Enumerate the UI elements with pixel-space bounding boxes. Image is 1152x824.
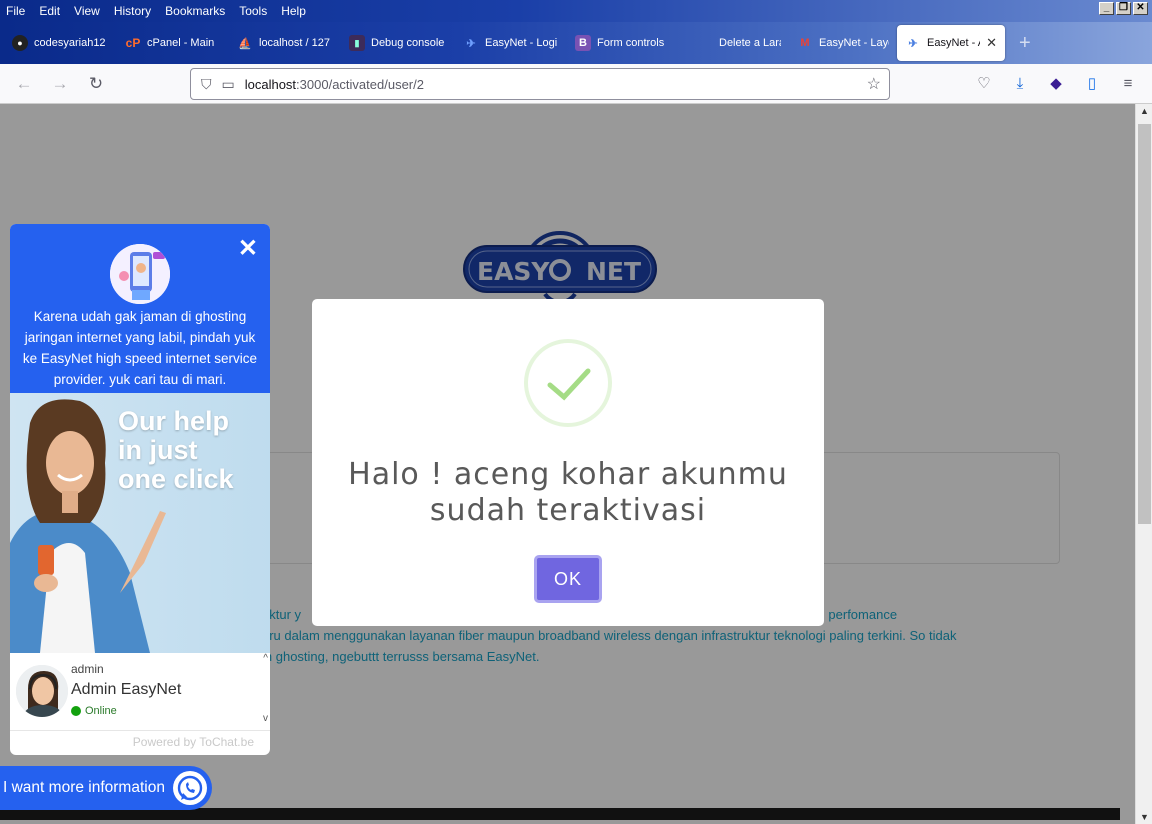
- banner-headline: Our help in just one click: [118, 407, 268, 494]
- cta-label: I want more information: [3, 779, 165, 796]
- banner-line: Our help: [118, 406, 230, 436]
- ok-button[interactable]: OK: [534, 555, 602, 603]
- agent-status: Online: [71, 705, 117, 717]
- url-host: localhost: [244, 76, 297, 92]
- chat-description: Karena udah gak jaman di ghosting jaring…: [22, 309, 258, 387]
- tab-cpanel[interactable]: cP cPanel - Main: [117, 25, 229, 61]
- tab-label: Debug console: [371, 37, 445, 49]
- extension-icon[interactable]: ◆: [1046, 74, 1066, 94]
- close-window-button[interactable]: ✕: [1133, 2, 1148, 15]
- status-label: Online: [85, 705, 117, 717]
- tab-easynet-layout[interactable]: M EasyNet - Layo: [789, 25, 897, 61]
- activation-modal: Halo ! aceng kohar akunmu sudah teraktiv…: [312, 299, 824, 626]
- phpmyadmin-icon: ⛵: [238, 37, 252, 50]
- minimize-button[interactable]: _: [1099, 2, 1114, 15]
- agent-role: admin: [71, 662, 104, 676]
- pocket-icon[interactable]: ♡: [974, 74, 994, 94]
- online-dot-icon: [71, 706, 81, 716]
- scroll-thumb[interactable]: [1138, 124, 1151, 524]
- agent-avatar: [16, 665, 68, 717]
- tab-label: EasyNet - Layo: [819, 37, 889, 49]
- success-icon: [524, 339, 612, 427]
- vue-icon: ✈: [908, 37, 918, 50]
- cpanel-icon: cP: [125, 36, 141, 50]
- menu-bookmarks[interactable]: Bookmarks: [158, 4, 232, 18]
- menu-file[interactable]: File: [0, 4, 32, 18]
- back-button[interactable]: ←: [14, 74, 34, 94]
- banner-line: one click: [118, 464, 234, 494]
- tab-strip: ● codesyariah12 cP cPanel - Main ⛵ local…: [0, 22, 1152, 64]
- scroll-up-icon[interactable]: ▲: [1140, 106, 1149, 116]
- tab-label: codesyariah12: [34, 37, 106, 49]
- sidebar-icon[interactable]: ▯: [1082, 74, 1102, 94]
- page-scrollbar[interactable]: ▲ ▼: [1135, 104, 1152, 824]
- new-tab-button[interactable]: +: [1019, 32, 1031, 55]
- menu-view[interactable]: View: [67, 4, 107, 18]
- tab-label: Delete a Larav: [719, 37, 781, 49]
- menu-history[interactable]: History: [107, 4, 158, 18]
- scroll-down-icon[interactable]: ▼: [1140, 812, 1149, 822]
- powered-by[interactable]: Powered by ToChat.be: [133, 735, 254, 749]
- more-info-button[interactable]: I want more information: [0, 766, 212, 810]
- tab-debug-console[interactable]: ▮ Debug console: [341, 25, 455, 61]
- page-icon: ▭: [221, 75, 235, 92]
- banner-line: in just: [118, 435, 198, 465]
- agent-card[interactable]: admin Admin EasyNet Online ^ v: [10, 653, 270, 731]
- modal-title: Halo ! aceng kohar akunmu sudah teraktiv…: [348, 457, 788, 528]
- shield-icon[interactable]: ⛉: [201, 76, 212, 93]
- tab-label: cPanel - Main: [147, 37, 215, 49]
- forward-button[interactable]: →: [50, 74, 70, 94]
- restore-button[interactable]: ❐: [1116, 2, 1131, 15]
- tab-label: Form controls: [597, 37, 665, 49]
- blank-icon: [697, 35, 713, 51]
- tab-label: EasyNet - Logi: [485, 37, 558, 49]
- chat-widget: ✕ Karena udah gak jaman di ghosting jari…: [10, 224, 270, 755]
- agent-name: Admin EasyNet: [71, 681, 182, 698]
- close-icon[interactable]: ✕: [238, 234, 258, 263]
- bootstrap-icon: B: [575, 35, 591, 51]
- tab-form-controls[interactable]: B Form controls: [567, 25, 689, 61]
- download-icon[interactable]: ⤓: [1010, 74, 1030, 94]
- tab-label: EasyNet - A: [927, 37, 981, 49]
- close-tab-icon[interactable]: ✕: [986, 35, 997, 51]
- menu-bar: File Edit View History Bookmarks Tools H…: [0, 0, 1152, 22]
- navigation-bar: ← → ↻ ⛉ ▭ localhost:3000/activated/user/…: [0, 64, 1152, 104]
- bookmark-star-icon[interactable]: ☆: [867, 74, 881, 94]
- github-icon: ●: [12, 35, 28, 51]
- chevron-down-icon[interactable]: v: [263, 713, 268, 724]
- menu-edit[interactable]: Edit: [32, 4, 67, 18]
- tab-label: localhost / 127: [259, 37, 330, 49]
- reload-button[interactable]: ↻: [86, 74, 106, 94]
- mail-icon: M: [800, 37, 810, 49]
- tab-codesyariah[interactable]: ● codesyariah12: [4, 25, 117, 61]
- address-bar[interactable]: ⛉ ▭ localhost:3000/activated/user/2 ☆: [190, 68, 890, 100]
- chat-header: ✕ Karena udah gak jaman di ghosting jari…: [10, 224, 270, 393]
- whatsapp-icon: [173, 771, 207, 805]
- tab-easynet-active[interactable]: ✈ EasyNet - A ✕: [897, 25, 1005, 61]
- help-avatar: [110, 244, 170, 304]
- url-path: :3000/activated/user/2: [296, 76, 424, 92]
- vue-icon: ✈: [466, 37, 476, 50]
- help-banner[interactable]: Our help in just one click: [10, 393, 270, 653]
- chevron-up-icon[interactable]: ^: [263, 653, 268, 664]
- tab-delete-laravel[interactable]: Delete a Larav: [689, 25, 789, 61]
- tab-phpmyadmin[interactable]: ⛵ localhost / 127: [229, 25, 341, 61]
- window-controls: _ ❐ ✕: [1099, 2, 1148, 15]
- menu-tools[interactable]: Tools: [232, 4, 274, 18]
- menu-icon[interactable]: ≡: [1118, 74, 1138, 94]
- tab-easynet-login[interactable]: ✈ EasyNet - Logi: [455, 25, 567, 61]
- debug-icon: ▮: [349, 35, 365, 51]
- menu-help[interactable]: Help: [274, 4, 313, 18]
